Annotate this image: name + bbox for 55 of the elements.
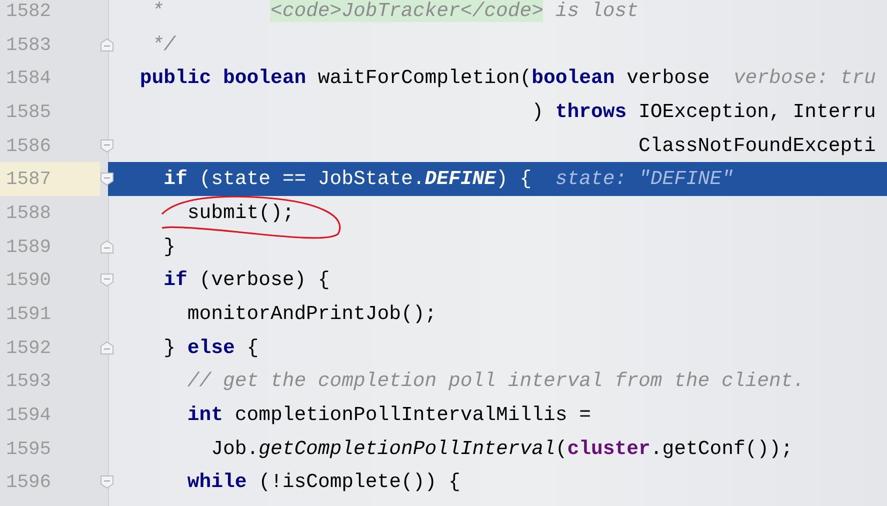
code-text: .getConf()); bbox=[650, 438, 793, 460]
keyword: else bbox=[187, 336, 235, 359]
debug-value-hint: verbose: tru bbox=[733, 67, 876, 90]
line-number: 1583 bbox=[5, 32, 52, 58]
code-comment: * bbox=[150, 0, 165, 22]
code-text: Job. bbox=[210, 438, 259, 460]
code-comment: // get the completion poll interval from the client. bbox=[186, 370, 805, 392]
keyword: int bbox=[186, 404, 223, 426]
doc-tag: <code>JobTracker</code> bbox=[270, 0, 544, 22]
code-text: (state == JobState. bbox=[198, 168, 425, 190]
code-text: submit(); bbox=[186, 202, 294, 224]
line-number: 1586 bbox=[5, 134, 52, 159]
code-text: verbose bbox=[626, 67, 711, 90]
code-comment: */ bbox=[150, 34, 176, 56]
line-number: 1593 bbox=[5, 369, 52, 394]
unfold-icon[interactable] bbox=[99, 36, 115, 53]
line-number: 1582 bbox=[5, 0, 52, 24]
line-number: 1591 bbox=[5, 302, 52, 328]
code-text: } bbox=[162, 336, 176, 359]
code-text: ClassNotFoundExcepti bbox=[637, 134, 876, 157]
keyword: throws bbox=[555, 100, 627, 123]
line-number: 1592 bbox=[5, 336, 52, 361]
keyword: if bbox=[162, 269, 188, 292]
enum-constant: DEFINE bbox=[424, 168, 496, 190]
unfold-icon[interactable] bbox=[99, 238, 115, 255]
code-text: IOException, Interru bbox=[637, 100, 876, 123]
code-text: ) { bbox=[496, 168, 533, 190]
line-number: 1585 bbox=[5, 100, 52, 125]
keyword: public boolean bbox=[138, 67, 306, 90]
code-text: (!isComplete()) { bbox=[258, 471, 460, 494]
line-number: 1595 bbox=[5, 436, 52, 462]
keyword: while bbox=[186, 471, 247, 494]
code-text: monitorAndPrintJob(); bbox=[186, 303, 437, 326]
unfold-icon[interactable] bbox=[99, 340, 115, 356]
line-number: 1584 bbox=[5, 66, 52, 92]
code-text: (verbose) { bbox=[198, 269, 330, 292]
code-text: ( bbox=[555, 438, 568, 460]
keyword: if bbox=[162, 168, 188, 190]
keyword: boolean bbox=[532, 67, 615, 90]
code-text: } bbox=[162, 236, 176, 258]
field-name: cluster bbox=[567, 438, 650, 460]
code-text: ) bbox=[530, 100, 544, 123]
code-text: { bbox=[246, 336, 259, 359]
fold-icon[interactable] bbox=[99, 171, 115, 188]
code-text: completionPollIntervalMillis = bbox=[234, 404, 591, 426]
line-number: 1596 bbox=[5, 470, 52, 496]
debug-value-hint: state: "DEFINE" bbox=[555, 168, 734, 190]
line-number: 1590 bbox=[5, 268, 52, 294]
code-text: waitForCompletion( bbox=[316, 67, 532, 90]
line-number: 1589 bbox=[5, 234, 52, 260]
static-method: getCompletionPollInterval bbox=[258, 438, 556, 460]
line-number: 1587 bbox=[0, 162, 100, 196]
code-comment: is lost bbox=[554, 0, 638, 22]
line-number: 1594 bbox=[5, 403, 52, 428]
line-number: 1588 bbox=[5, 200, 52, 226]
